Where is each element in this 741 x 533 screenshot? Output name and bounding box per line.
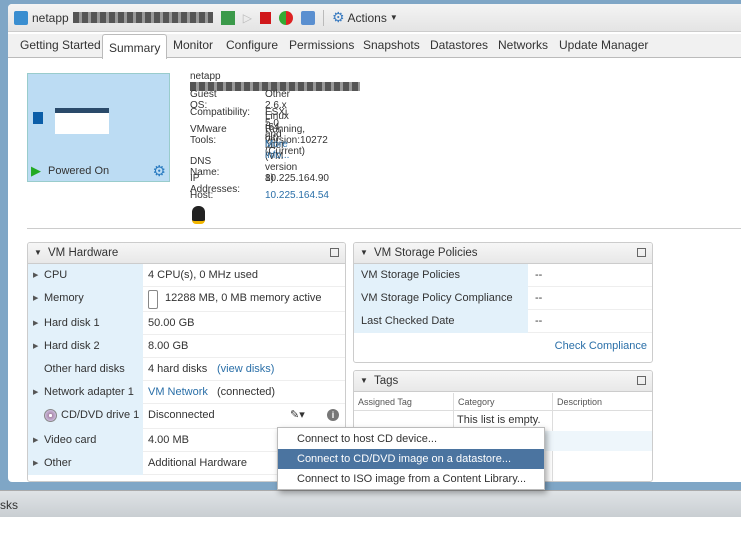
power-on-icon[interactable]: ▷ (243, 11, 252, 25)
memory-gauge (148, 290, 158, 309)
expand-icon: ▶ (33, 295, 39, 302)
ip-addresses-value: 10.225.164.90 (265, 173, 329, 184)
tab-networks[interactable]: Networks (498, 38, 548, 52)
expand-icon: ▶ (33, 320, 39, 327)
hw-row-other-hard-disks: Other hard disks 4 hard disks (view disks) (28, 358, 345, 381)
storage-row: VM Storage Policies -- (354, 264, 652, 287)
actions-menu[interactable]: ⚙ Actions ▼ (332, 9, 398, 26)
panel-header[interactable]: ▼ Tags (354, 371, 652, 392)
check-compliance-link[interactable]: Check Compliance (555, 340, 647, 352)
hw-row-cd-dvd-drive-1[interactable]: CD/DVD drive 1 Disconnected ✎▾ i (28, 404, 345, 429)
tab-monitor[interactable]: Monitor (173, 38, 213, 52)
collapse-icon: ▼ (360, 248, 368, 257)
play-icon: ▶ (31, 163, 41, 178)
panel-header[interactable]: ▼ VM Storage Policies (354, 243, 652, 264)
tab-snapshots[interactable]: Snapshots (363, 38, 420, 52)
netapp-logo (33, 112, 43, 124)
divider (27, 228, 741, 229)
cd-dvd-connect-menu: Connect to host CD device... Connect to … (277, 427, 545, 490)
tab-datastores[interactable]: Datastores (430, 38, 488, 52)
compatibility-label: Compatibility: (190, 107, 251, 118)
vm-network-link[interactable]: VM Network (148, 386, 208, 398)
collapse-icon: ▼ (360, 376, 368, 385)
expand-icon: ▶ (33, 389, 39, 396)
host-link[interactable]: 10.225.164.54 (265, 190, 329, 201)
reset-icon[interactable] (278, 10, 293, 25)
maximize-icon[interactable] (637, 376, 646, 385)
tab-bar: Getting Started Summary Monitor Configur… (8, 34, 741, 59)
console-dialog (55, 108, 109, 134)
hw-row-hard-disk-2[interactable]: ▶ Hard disk 2 8.00 GB (28, 335, 345, 358)
maximize-icon[interactable] (330, 248, 339, 257)
tab-update-manager[interactable]: Update Manager (559, 38, 648, 52)
expand-icon: ▶ (33, 343, 39, 350)
storage-row: Last Checked Date -- (354, 310, 652, 333)
column-assigned-tag[interactable]: Assigned Tag (358, 397, 412, 407)
power-state: Powered On (48, 165, 110, 177)
panel-header[interactable]: ▼ VM Hardware (28, 243, 345, 264)
tags-table-header: Assigned Tag Category Description (354, 393, 652, 481)
console-icon[interactable] (220, 10, 235, 25)
migrate-icon[interactable] (300, 10, 315, 25)
expand-icon: ▶ (33, 437, 39, 444)
more-info-link[interactable]: More info... (265, 139, 289, 161)
vmware-tools-label: VMware Tools: (190, 124, 227, 146)
linux-penguin-icon (192, 206, 205, 224)
menu-item-connect-content-library-iso[interactable]: Connect to ISO image from a Content Libr… (278, 469, 544, 489)
separator (322, 9, 324, 26)
chevron-down-icon: ▼ (389, 13, 398, 22)
vm-storage-policies-panel: ▼ VM Storage Policies VM Storage Policies… (353, 242, 653, 363)
host-label: Host: (190, 190, 214, 201)
hw-row-memory[interactable]: ▶ Memory 12288 MB, 0 MB memory active (28, 287, 345, 312)
power-off-icon[interactable] (259, 11, 271, 24)
menu-item-connect-datastore-image[interactable]: Connect to CD/DVD image on a datastore..… (278, 449, 544, 469)
expand-icon: ▶ (33, 460, 39, 467)
hw-row-cpu[interactable]: ▶ CPU 4 CPU(s), 0 MHz used (28, 264, 345, 287)
info-icon[interactable]: i (327, 409, 339, 421)
empty-list-message: This list is empty. (457, 414, 541, 426)
vm-title: netapp (14, 10, 213, 25)
tab-summary[interactable]: Summary (102, 34, 168, 59)
view-disks-link[interactable]: (view disks) (217, 363, 274, 375)
settings-icon[interactable]: ⚙ (153, 162, 166, 180)
tab-getting-started[interactable]: Getting Started (20, 38, 101, 52)
collapse-icon: ▼ (34, 248, 42, 257)
toolbar: netapp ▷ ⚙ Actions ▼ (8, 4, 741, 32)
tab-configure[interactable]: Configure (226, 38, 278, 52)
expand-icon: ▶ (33, 272, 39, 279)
menu-item-connect-host-cd[interactable]: Connect to host CD device... (278, 429, 544, 449)
redacted-name (72, 12, 213, 23)
vm-icon (14, 10, 28, 25)
tab-permissions[interactable]: Permissions (289, 38, 354, 52)
hw-row-hard-disk-1[interactable]: ▶ Hard disk 1 50.00 GB (28, 312, 345, 335)
vm-summary-window: netapp ▷ ⚙ Actions ▼ Getting Started Sum… (8, 4, 741, 482)
storage-row: VM Storage Policy Compliance -- (354, 287, 652, 310)
maximize-icon[interactable] (637, 248, 646, 257)
gear-icon: ⚙ (331, 9, 345, 25)
connect-plug-icon[interactable]: ✎▾ (290, 408, 305, 421)
hw-row-network-adapter-1[interactable]: ▶ Network adapter 1 VM Network (connected) (28, 381, 345, 404)
recent-tasks-bar[interactable]: sks (0, 490, 741, 517)
vm-console-thumbnail[interactable]: ▶ Powered On ⚙ (27, 73, 170, 182)
cd-icon (44, 409, 57, 422)
